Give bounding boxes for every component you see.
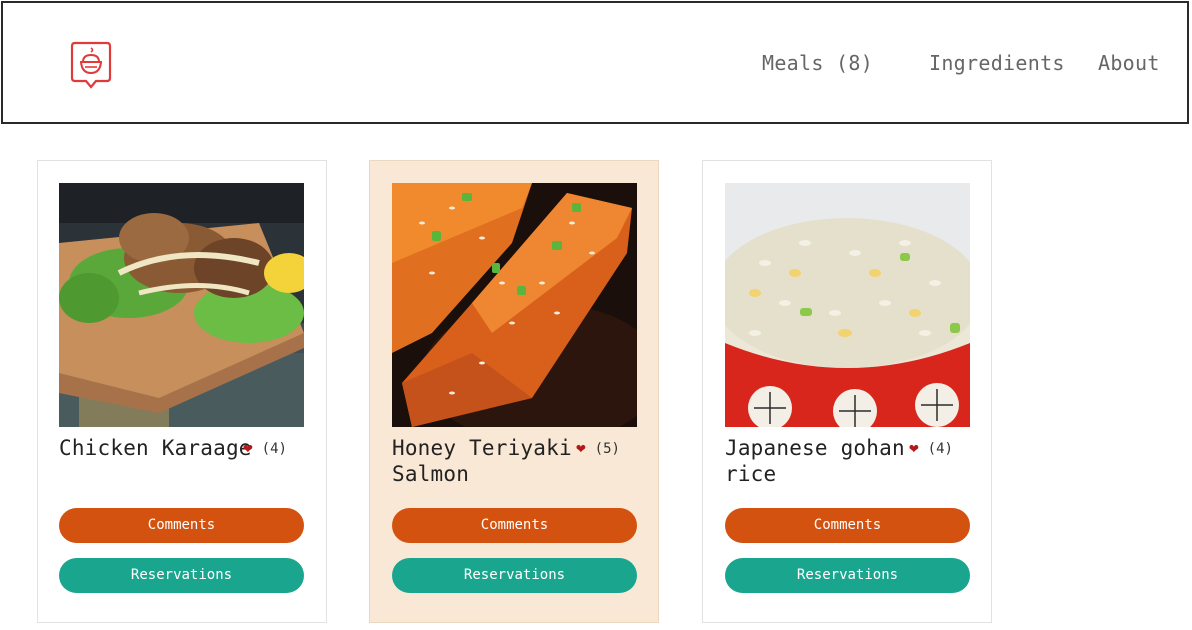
heart-icon[interactable]: ❤ — [576, 438, 586, 457]
comments-button[interactable]: Comments — [725, 508, 970, 543]
like-count: (5) — [594, 441, 620, 457]
likes: ❤ (5) — [576, 438, 620, 457]
like-count: (4) — [261, 441, 287, 457]
meal-card: Japanese gohan rice ❤ (4) Comments Reserv… — [702, 160, 992, 623]
meal-image — [725, 183, 970, 427]
meal-title: Chicken Karaage — [59, 436, 252, 460]
gohan-rice-photo — [725, 183, 970, 427]
meal-card: Honey Teriyaki Salmon ❤ (5) Comments Rese… — [369, 160, 659, 623]
teriyaki-salmon-photo — [392, 183, 637, 427]
reservations-button[interactable]: Reservations — [59, 558, 304, 593]
chicken-karaage-photo — [59, 183, 304, 427]
meal-image — [59, 183, 304, 427]
heart-icon[interactable]: ❤ — [243, 438, 253, 457]
chef-chat-bubble-icon[interactable] — [69, 40, 113, 90]
like-count: (4) — [927, 441, 953, 457]
comments-button[interactable]: Comments — [392, 508, 637, 543]
site-header: Meals (8) Ingredients About — [1, 1, 1189, 124]
meal-title: Honey Teriyaki Salmon — [392, 436, 572, 486]
meal-card: Chicken Karaage ❤ (4) Comments Reservatio… — [37, 160, 327, 623]
meal-title: Japanese gohan rice — [725, 436, 905, 486]
nav-about[interactable]: About — [1098, 51, 1160, 75]
heart-icon[interactable]: ❤ — [909, 438, 919, 457]
likes: ❤ (4) — [243, 438, 287, 457]
comments-button[interactable]: Comments — [59, 508, 304, 543]
meal-image — [392, 183, 637, 427]
reservations-button[interactable]: Reservations — [392, 558, 637, 593]
reservations-button[interactable]: Reservations — [725, 558, 970, 593]
nav-ingredients[interactable]: Ingredients — [929, 51, 1065, 75]
likes: ❤ (4) — [909, 438, 953, 457]
nav-meals[interactable]: Meals (8) — [762, 51, 873, 75]
